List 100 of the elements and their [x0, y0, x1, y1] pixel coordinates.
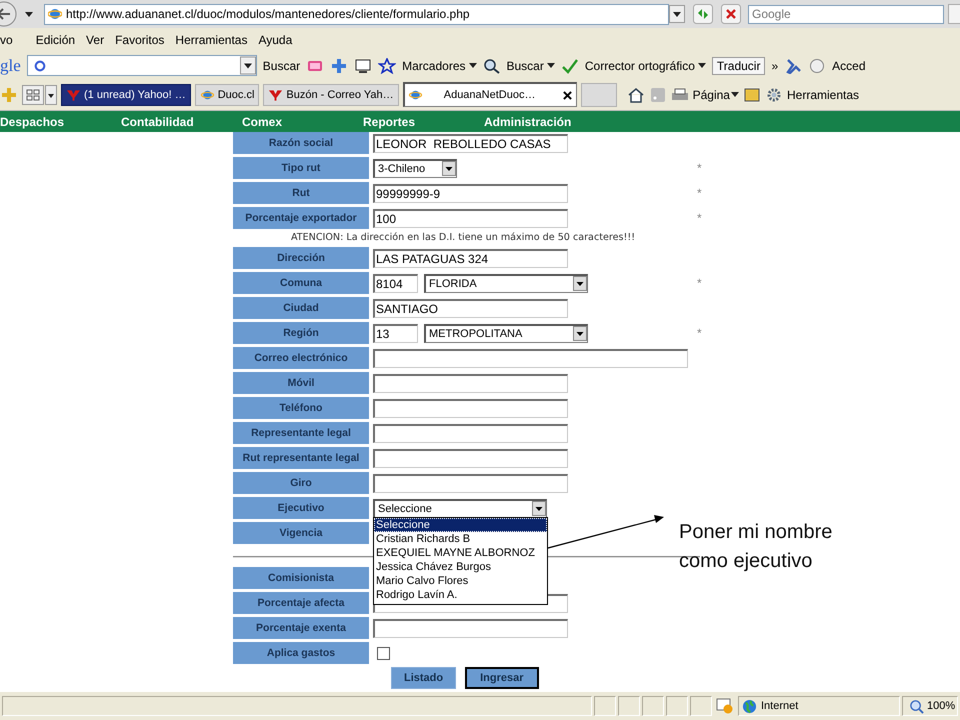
- input-field[interactable]: [373, 474, 568, 492]
- caret-icon[interactable]: [730, 92, 739, 97]
- field-label: Representante legal: [233, 422, 369, 444]
- field-label: Porcentaje afecta: [233, 592, 369, 614]
- caret-icon[interactable]: [25, 12, 33, 16]
- dropdown-option[interactable]: Mario Calvo Flores: [374, 574, 547, 588]
- address-field[interactable]: http://www.aduananet.cl/duoc/modulos/mantenedores/cliente/formulario.php: [44, 4, 669, 24]
- logo: gle: [0, 56, 21, 76]
- logo-icon: [66, 88, 81, 100]
- monitor-icon[interactable]: [354, 58, 372, 74]
- nav-link[interactable]: Despachos: [0, 114, 64, 128]
- translate-button[interactable]: Traducir: [712, 56, 766, 74]
- input-field[interactable]: SANTIAGO: [373, 298, 568, 318]
- input-field[interactable]: 100: [373, 208, 568, 228]
- dropdown-option[interactable]: Seleccione: [374, 518, 547, 532]
- find-menu[interactable]: Buscar: [506, 58, 544, 72]
- menu-item[interactable]: vo: [0, 33, 20, 47]
- zoom-control[interactable]: 100%: [902, 696, 958, 716]
- menu-item[interactable]: Herramientas: [175, 33, 254, 47]
- wrench-icon[interactable]: [784, 58, 802, 74]
- zone-text: Internet: [761, 700, 798, 712]
- required-mark: *: [697, 186, 703, 200]
- menu-item[interactable]: Ayuda: [258, 33, 300, 47]
- close-icon[interactable]: [562, 90, 572, 100]
- input-field[interactable]: [373, 424, 568, 442]
- form-button[interactable]: Listado: [391, 667, 456, 689]
- menu-item[interactable]: Ver: [86, 33, 112, 47]
- dropdown-button[interactable]: [240, 56, 256, 75]
- dropdown-option[interactable]: EXEQUIEL MAYNE ALBORNOZ: [374, 546, 547, 560]
- more-button[interactable]: »: [771, 58, 778, 72]
- page-menu[interactable]: Página: [692, 88, 730, 102]
- status-panel: [690, 696, 712, 716]
- field-label: Comisionista: [233, 567, 369, 589]
- field-label: Giro: [233, 472, 369, 494]
- nav-link[interactable]: Administración: [484, 114, 572, 128]
- input-field[interactable]: LEONOR REBOLLEDO CASAS: [373, 134, 568, 152]
- globe-icon: [742, 698, 757, 714]
- dropdown-option[interactable]: Jessica Chávez Burgos: [374, 560, 547, 574]
- nav-link[interactable]: Reportes: [363, 114, 416, 128]
- stop-icon[interactable]: [721, 4, 741, 24]
- status-panel: [642, 696, 664, 716]
- menu-item[interactable]: Favoritos: [115, 33, 172, 47]
- select-field[interactable]: 3-Chileno: [373, 158, 457, 178]
- browser-tab[interactable]: Buzón - Correo Yah…: [263, 84, 399, 106]
- browser-tab[interactable]: AduanaNetDuoc…: [402, 82, 577, 107]
- home-icon[interactable]: [626, 86, 645, 102]
- search-button[interactable]: Buscar: [262, 58, 300, 72]
- annotation-text: Poner mi nombre como ejecutivo: [679, 520, 834, 574]
- radio-icon[interactable]: [808, 58, 826, 74]
- bookmarks-menu[interactable]: Marcadores: [402, 58, 466, 72]
- checkmark-icon[interactable]: [560, 58, 579, 74]
- input-field[interactable]: [373, 374, 568, 392]
- select-field[interactable]: Seleccione: [373, 498, 547, 518]
- select-field[interactable]: METROPOLITANA: [424, 324, 588, 342]
- dropdown-button[interactable]: [45, 84, 57, 104]
- caret-icon[interactable]: [698, 63, 706, 68]
- plus-icon[interactable]: [330, 58, 348, 74]
- input-field[interactable]: 8104: [373, 274, 418, 292]
- quick-tabs-icon[interactable]: [22, 84, 44, 104]
- input-field[interactable]: [373, 348, 688, 368]
- star-icon[interactable]: [378, 58, 396, 74]
- spellcheck-menu[interactable]: Corrector ortográfico: [584, 58, 695, 72]
- input-field[interactable]: [373, 398, 568, 418]
- select-field[interactable]: FLORIDA: [424, 274, 588, 292]
- nav-link[interactable]: Contabilidad: [121, 114, 194, 128]
- menu-item[interactable]: Edición: [36, 33, 82, 47]
- input-field[interactable]: LAS PATAGUAS 324: [373, 248, 568, 268]
- browser-tab[interactable]: Duoc.cl: [194, 84, 260, 106]
- logo-icon: [268, 88, 284, 100]
- field-label: Ciudad: [233, 297, 369, 319]
- caret-icon[interactable]: [468, 63, 476, 68]
- dropdown-button[interactable]: [669, 5, 685, 23]
- form-button[interactable]: Ingresar: [465, 667, 539, 689]
- settings-icon[interactable]: [764, 86, 783, 102]
- search-field[interactable]: Google: [748, 4, 944, 24]
- refresh-icon[interactable]: [693, 4, 713, 24]
- checkbox[interactable]: [377, 646, 390, 660]
- tools-menu[interactable]: Herramientas: [786, 88, 860, 102]
- input-field[interactable]: [373, 448, 568, 468]
- input-field[interactable]: 13: [373, 324, 418, 342]
- sign-in-button[interactable]: Acced: [832, 58, 866, 72]
- field-label: Razón social: [233, 132, 369, 154]
- dropdown-option[interactable]: Cristian Richards B: [374, 532, 547, 546]
- caret-icon[interactable]: [546, 63, 555, 68]
- nav-link[interactable]: Comex: [242, 114, 282, 128]
- g-icon: [34, 60, 46, 72]
- field-label: Aplica gastos: [233, 642, 369, 664]
- input-field[interactable]: [373, 618, 568, 638]
- browser-tab[interactable]: (1 unread) Yahoo! …: [61, 84, 191, 106]
- input-field[interactable]: 99999999-9: [373, 184, 568, 202]
- picture-icon[interactable]: [742, 86, 761, 102]
- toolbar-search-field[interactable]: [26, 55, 257, 76]
- zoom-icon: [909, 698, 924, 714]
- field-label: Porcentaje exportador: [233, 207, 369, 229]
- required-mark: *: [697, 276, 703, 290]
- field-label: Tipo rut: [233, 157, 369, 179]
- field-label: Teléfono: [233, 397, 369, 419]
- field-label: Región: [233, 322, 369, 344]
- dropdown-option[interactable]: Rodrigo Lavín A.: [374, 588, 547, 602]
- printer-icon[interactable]: [670, 86, 689, 102]
